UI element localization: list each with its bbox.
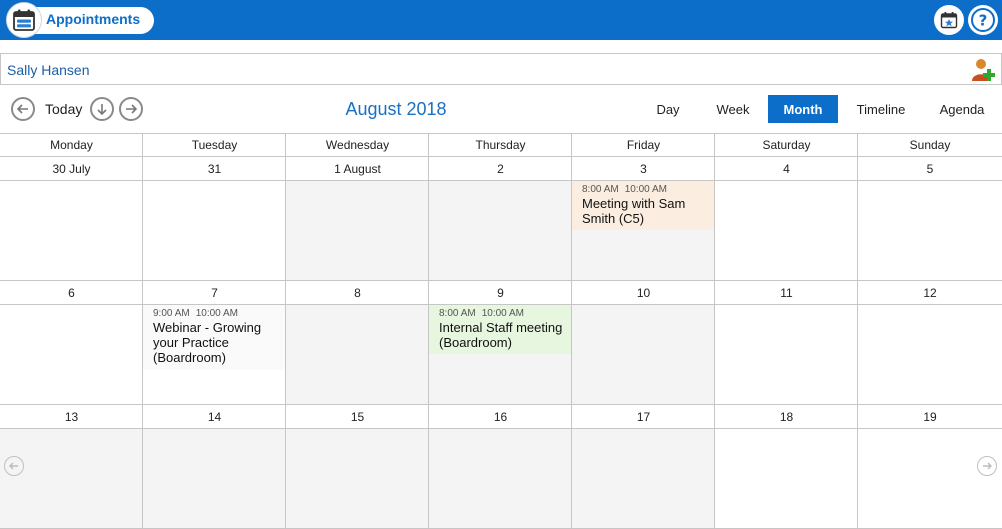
app-title: Appointments: [46, 11, 141, 27]
grid-line: [714, 133, 715, 529]
appointment-title: Meeting with Sam Smith (C5): [582, 196, 686, 226]
weekday-header: Sunday: [909, 137, 951, 152]
date-label[interactable]: 30 July: [0, 157, 143, 180]
view-week-button[interactable]: Week: [708, 95, 758, 123]
weekday-header: Saturday: [762, 137, 811, 152]
date-label[interactable]: 7: [143, 281, 286, 304]
date-label[interactable]: 6: [0, 281, 143, 304]
date-label[interactable]: 10: [572, 281, 715, 304]
grid-line: [0, 428, 1002, 429]
date-label[interactable]: 2: [429, 157, 572, 180]
weekday-header: Tuesday: [191, 137, 238, 152]
grid-line: [0, 180, 1002, 181]
weekday-header: Friday: [626, 137, 661, 152]
arrow-left-circle-icon[interactable]: [4, 456, 24, 476]
grid-line: [0, 304, 1002, 305]
date-label[interactable]: 16: [429, 405, 572, 428]
weekday-header: Wednesday: [325, 137, 390, 152]
day-cell[interactable]: [286, 180, 572, 280]
calendar-icon: [6, 2, 42, 38]
appointment-time: 8:00 AM 10:00 AM: [439, 308, 524, 319]
view-day-button[interactable]: Day: [646, 95, 690, 123]
date-label[interactable]: 11: [715, 281, 858, 304]
date-label[interactable]: 31: [143, 157, 286, 180]
day-cell[interactable]: [0, 428, 715, 529]
date-label[interactable]: 14: [143, 405, 286, 428]
grid-line: [285, 133, 286, 529]
appointment-time: 9:00 AM 10:00 AM: [153, 308, 238, 319]
appointment-title: Internal Staff meeting (Boardroom): [439, 320, 563, 350]
date-label[interactable]: 18: [715, 405, 858, 428]
appointment[interactable]: 8:00 AM 10:00 AM Meeting with Sam Smith (…: [572, 180, 714, 230]
appointment-time: 8:00 AM 10:00 AM: [582, 184, 667, 195]
view-timeline-button[interactable]: Timeline: [850, 95, 912, 123]
grid-line: [857, 133, 858, 529]
add-person-icon[interactable]: [971, 57, 997, 83]
date-label[interactable]: 12: [858, 281, 1002, 304]
patient-name[interactable]: Sally Hansen: [7, 62, 90, 78]
appointment[interactable]: 9:00 AM 10:00 AM Webinar - Growing your P…: [143, 304, 285, 370]
date-label[interactable]: 4: [715, 157, 858, 180]
help-icon[interactable]: ?: [968, 5, 998, 35]
svg-text:?: ?: [979, 12, 988, 30]
appointment[interactable]: 8:00 AM 10:00 AM Internal Staff meeting (…: [429, 304, 571, 354]
view-month-button[interactable]: Month: [768, 95, 838, 123]
weekday-header: Thursday: [475, 137, 526, 152]
patient-bar: Sally Hansen: [0, 53, 1002, 85]
date-label[interactable]: 17: [572, 405, 715, 428]
calendar-star-icon[interactable]: [934, 5, 964, 35]
grid-line: [142, 133, 143, 529]
date-label[interactable]: 19: [858, 405, 1002, 428]
grid-line: [428, 133, 429, 529]
month-calendar-grid: 8:00 AM 10:00 AM Meeting with Sam Smith (…: [0, 133, 1002, 529]
date-label[interactable]: 1 August: [286, 157, 429, 180]
weekday-header: Monday: [50, 137, 93, 152]
date-label[interactable]: 15: [286, 405, 429, 428]
date-label[interactable]: 3: [572, 157, 715, 180]
date-label[interactable]: 8: [286, 281, 429, 304]
view-agenda-button[interactable]: Agenda: [932, 95, 992, 123]
date-label[interactable]: 9: [429, 281, 572, 304]
appointment-title: Webinar - Growing your Practice (Boardro…: [153, 320, 262, 365]
grid-line: [571, 133, 572, 529]
arrow-right-circle-icon[interactable]: [977, 456, 997, 476]
app-header: Appointments ?: [0, 0, 1002, 40]
date-label[interactable]: 5: [858, 157, 1002, 180]
date-label[interactable]: 13: [0, 405, 143, 428]
